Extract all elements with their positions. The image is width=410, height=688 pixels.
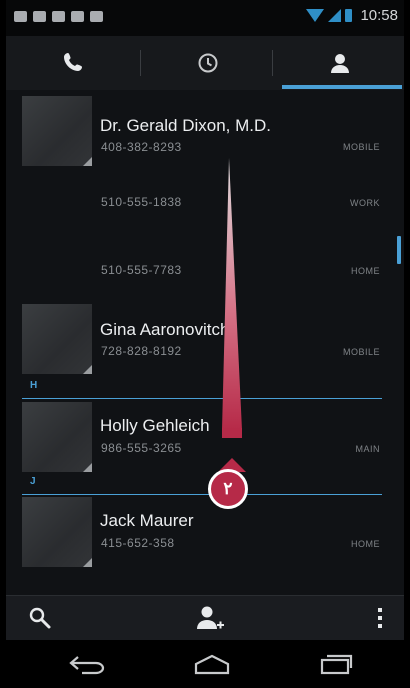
- battery-icon: [345, 9, 353, 22]
- add-contact-icon: [197, 606, 224, 629]
- shopping-bag-icon: [90, 11, 103, 22]
- status-time: 10:58: [360, 7, 398, 24]
- contact-name: Gina Aaronovitch: [100, 320, 230, 339]
- contact-entry[interactable]: Gina Aaronovitch 728-828-8192 MOBILE: [6, 304, 404, 376]
- wifi-icon: [306, 9, 325, 22]
- tab-contacts[interactable]: [274, 36, 404, 90]
- contact-number[interactable]: 408-382-8293: [101, 140, 182, 154]
- number-type: MOBILE: [342, 347, 380, 357]
- search-button[interactable]: [24, 602, 56, 634]
- number-type: MOBILE: [342, 142, 380, 152]
- navigation-bar: [6, 640, 404, 688]
- section-letter: J: [30, 476, 36, 487]
- contact-entry[interactable]: Holly Gehleich 986-555-3265 MAIN: [6, 402, 404, 474]
- recent-apps-button[interactable]: [306, 648, 366, 680]
- photo-corner-icon: [83, 157, 92, 166]
- contact-name: Dr. Gerald Dixon, M.D.: [100, 116, 271, 135]
- voicemail-icon: [52, 11, 65, 22]
- chat-icon: [14, 11, 27, 22]
- number-type: WORK: [350, 198, 380, 208]
- status-bar: 10:58: [6, 0, 404, 36]
- mail-icon: [33, 11, 46, 22]
- contact-entry[interactable]: Dr. Gerald Dixon, M.D. 408-382-8293 MOBI…: [6, 96, 404, 296]
- phone-icon: [64, 53, 82, 71]
- home-icon: [194, 654, 230, 675]
- tab-divider: [140, 50, 141, 76]
- back-button[interactable]: [58, 648, 118, 680]
- contact-photo: [22, 497, 92, 567]
- back-icon: [69, 656, 105, 675]
- overflow-menu-button[interactable]: [364, 602, 396, 634]
- overflow-menu-icon: [378, 608, 382, 628]
- contact-number[interactable]: 986-555-3265: [101, 441, 182, 455]
- section-letter: H: [30, 380, 38, 391]
- contact-name: Jack Maurer: [100, 511, 194, 530]
- contact-name: Holly Gehleich: [100, 416, 210, 435]
- add-contact-button[interactable]: [194, 602, 226, 634]
- tab-phone[interactable]: [8, 36, 140, 90]
- selected-tab-indicator: [282, 85, 402, 89]
- contact-number[interactable]: 510-555-7783: [101, 263, 182, 277]
- status-indicators: 10:58: [306, 7, 398, 24]
- recent-apps-icon: [320, 654, 353, 675]
- contact-list[interactable]: Dr. Gerald Dixon, M.D. 408-382-8293 MOBI…: [6, 90, 404, 595]
- tab-bar: [6, 36, 404, 90]
- action-bar: [6, 595, 404, 640]
- section-header: J: [22, 473, 382, 495]
- contact-number[interactable]: 510-555-1838: [101, 195, 182, 209]
- phone-screen: 10:58 Dr. Gerald Dixon, M.D. 408-382-829…: [6, 0, 404, 688]
- photo-corner-icon: [83, 558, 92, 567]
- tab-divider: [272, 50, 273, 76]
- number-type: MAIN: [355, 444, 380, 454]
- number-type: HOME: [351, 539, 380, 549]
- number-type: HOME: [351, 266, 380, 276]
- photo-corner-icon: [83, 365, 92, 374]
- section-divider: [22, 398, 382, 399]
- scrollbar[interactable]: [397, 236, 401, 264]
- contact-photo: [22, 402, 92, 472]
- signal-icon: [328, 9, 342, 22]
- search-icon: [29, 607, 51, 629]
- person-icon: [331, 54, 349, 73]
- contact-photo: [22, 96, 92, 166]
- contact-number[interactable]: 728-828-8192: [101, 344, 182, 358]
- tab-recent[interactable]: [142, 36, 274, 90]
- clock-icon: [198, 53, 218, 73]
- contact-entry[interactable]: Jack Maurer 415-652-358 HOME: [6, 497, 404, 569]
- contact-number[interactable]: 415-652-358: [101, 536, 175, 550]
- section-divider: [22, 494, 382, 495]
- home-button[interactable]: [182, 648, 242, 680]
- photo-corner-icon: [83, 463, 92, 472]
- notification-icons: [14, 11, 103, 22]
- section-header: H: [22, 377, 382, 399]
- contact-photo: [22, 304, 92, 374]
- shopping-bag-icon: [71, 11, 84, 22]
